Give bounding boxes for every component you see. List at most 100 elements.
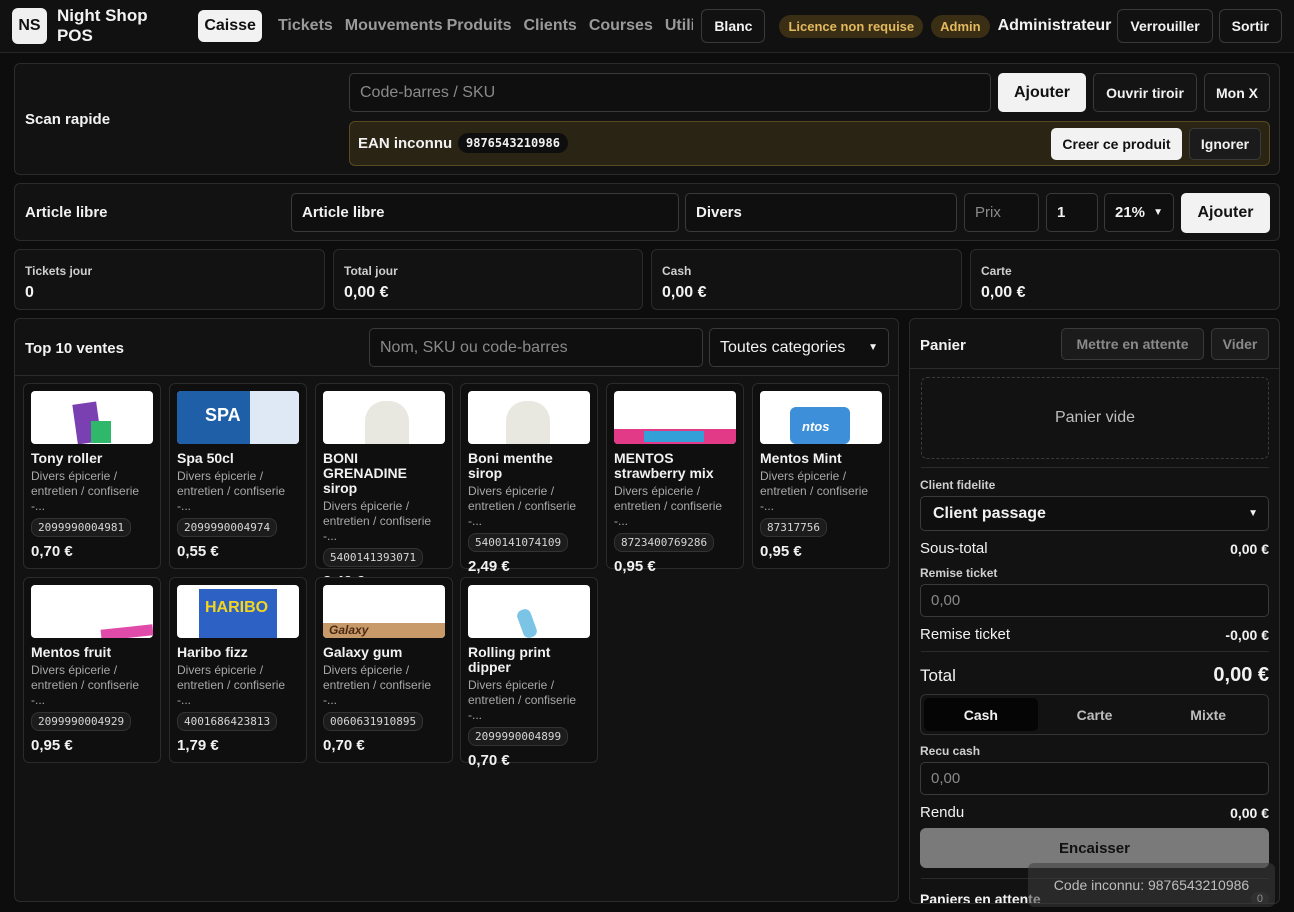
product-name: Mentos fruit — [31, 644, 112, 660]
stat-tickets-day: Tickets jour 0 — [14, 249, 325, 310]
stat-label: Cash — [662, 264, 692, 278]
stat-total-day: Total jour 0,00 € — [333, 249, 643, 310]
held-carts-label: Paniers en attente — [920, 891, 1041, 904]
unknown-ean-label: EAN inconnu — [358, 135, 453, 152]
pay-method-cash[interactable]: Cash — [924, 698, 1038, 731]
free-item-name-input[interactable]: Article libre — [291, 193, 679, 232]
tab-utilisateurs[interactable]: Utilisateurs — [659, 11, 693, 41]
product-sku: 2099990004974 — [177, 518, 278, 537]
product-sku: 2099990004899 — [468, 727, 569, 746]
loyalty-select[interactable]: Client passage ▼ — [920, 496, 1269, 531]
tab-produits[interactable]: Produits — [441, 11, 518, 41]
product-card[interactable]: Rolling print dipper Divers épicerie / e… — [460, 577, 598, 769]
product-image: SPA — [177, 391, 299, 444]
cart-title: Panier — [920, 337, 966, 354]
product-card[interactable]: Boni menthe sirop Divers épicerie / entr… — [460, 383, 598, 575]
stat-label: Tickets jour — [25, 264, 93, 278]
product-card[interactable]: Mentos fruit Divers épicerie / entretien… — [23, 577, 161, 763]
product-card[interactable]: HARIBO Haribo fizz Divers épicerie / ent… — [169, 577, 307, 763]
app-logo: NS — [12, 8, 47, 44]
product-name: Haribo fizz — [177, 644, 248, 660]
loyalty-select-value: Client passage — [933, 504, 1046, 522]
pay-method-card[interactable]: Carte — [1038, 698, 1152, 731]
x-report-button[interactable]: Mon X — [1204, 73, 1270, 112]
product-category: Divers épicerie / entretien / confiserie… — [468, 484, 577, 528]
product-price: 0,95 € — [760, 543, 802, 560]
product-card[interactable]: Tony roller Divers épicerie / entretien … — [23, 383, 161, 569]
product-category: Divers épicerie / entretien / confiserie… — [614, 484, 723, 528]
discount-row: Remise ticket -0,00 € — [920, 626, 1269, 643]
product-price: 0,95 € — [614, 558, 656, 575]
product-sku: 5400141074109 — [468, 533, 569, 552]
discount-row-label: Remise ticket — [920, 626, 1011, 643]
scan-add-button[interactable]: Ajouter — [998, 73, 1086, 112]
chevron-down-icon: ▼ — [1153, 207, 1163, 218]
free-item-add-button[interactable]: Ajouter — [1181, 193, 1270, 233]
product-price: 1,79 € — [177, 737, 219, 754]
change-label: Rendu — [920, 804, 965, 821]
create-product-button[interactable]: Creer ce produit — [1051, 128, 1182, 160]
checkout-button[interactable]: Encaisser — [920, 828, 1269, 868]
product-image — [614, 391, 736, 444]
free-item-qty-input[interactable]: 1 — [1046, 193, 1098, 232]
tab-caisse[interactable]: Caisse — [198, 10, 262, 42]
chevron-down-icon: ▼ — [868, 342, 878, 353]
cash-received-input[interactable]: 0,00 — [920, 762, 1269, 795]
stat-card: Carte 0,00 € — [970, 249, 1280, 310]
clear-cart-button[interactable]: Vider — [1211, 328, 1269, 360]
tab-clients[interactable]: Clients — [517, 11, 582, 41]
user-name: Administrateur — [997, 17, 1112, 34]
category-filter-select[interactable]: Toutes categories ▼ — [709, 328, 889, 367]
tab-tickets[interactable]: Tickets — [272, 11, 339, 41]
pay-method-mixed[interactable]: Mixte — [1151, 698, 1265, 731]
product-category: Divers épicerie / entretien / confiserie… — [468, 678, 577, 722]
free-item-category-input[interactable]: Divers — [685, 193, 957, 232]
free-item-price-input[interactable]: Prix — [964, 193, 1039, 232]
divider — [921, 651, 1269, 652]
total-label: Total — [920, 665, 956, 685]
divider — [910, 368, 1279, 369]
lock-button[interactable]: Verrouiller — [1117, 9, 1213, 43]
product-name: BONI GRENADINE sirop — [323, 450, 408, 496]
product-card[interactable]: SPA Spa 50cl Divers épicerie / entretien… — [169, 383, 307, 569]
product-price: 0,55 € — [177, 543, 219, 560]
stat-cash: Cash 0,00 € — [651, 249, 962, 310]
scan-title: Scan rapide — [25, 111, 111, 128]
vat-select[interactable]: 21% ▼ — [1104, 193, 1174, 232]
cart-empty-text: Panier vide — [1054, 409, 1136, 426]
product-category: Divers épicerie / entretien / confiserie… — [760, 469, 869, 513]
product-name: Rolling print dipper — [468, 644, 551, 675]
product-card[interactable]: BONI GRENADINE sirop Divers épicerie / e… — [315, 383, 453, 590]
tab-courses[interactable]: Courses — [583, 11, 659, 41]
payment-method-segment: Cash Carte Mixte — [920, 694, 1269, 735]
chevron-down-icon: ▼ — [1248, 508, 1258, 519]
product-card[interactable]: MENTOS strawberry mix Divers épicerie / … — [606, 383, 744, 575]
product-card[interactable]: Galaxy Galaxy gum Divers épicerie / entr… — [315, 577, 453, 763]
product-category: Divers épicerie / entretien / confiserie… — [323, 499, 432, 543]
total-row: Total 0,00 € — [920, 664, 1269, 687]
app-name: Night Shop POS — [56, 6, 148, 45]
products-title: Top 10 ventes — [25, 340, 124, 357]
barcode-input[interactable]: Code-barres / SKU — [349, 73, 991, 112]
product-name: Mentos Mint — [760, 450, 842, 466]
unknown-ean-banner: EAN inconnu 9876543210986 Creer ce produ… — [349, 121, 1270, 166]
logout-button[interactable]: Sortir — [1218, 9, 1282, 43]
change-row: Rendu 0,00 € — [920, 804, 1269, 821]
discount-input[interactable]: 0,00 — [920, 584, 1269, 617]
product-price: 0,70 € — [323, 737, 365, 754]
hold-cart-button[interactable]: Mettre en attente — [1061, 328, 1204, 360]
product-name: Boni menthe sirop — [468, 450, 553, 481]
tab-mouvements[interactable]: Mouvements — [339, 11, 449, 41]
product-card[interactable]: ntos Mentos Mint Divers épicerie / entre… — [752, 383, 890, 569]
product-name: Galaxy gum — [323, 644, 403, 660]
blank-button[interactable]: Blanc — [701, 9, 766, 43]
product-image — [31, 585, 153, 638]
product-price: 0,95 € — [31, 737, 73, 754]
ignore-button[interactable]: Ignorer — [1189, 128, 1261, 160]
subtotal-value: 0,00 € — [1230, 540, 1269, 557]
open-drawer-button[interactable]: Ouvrir tiroir — [1093, 73, 1197, 112]
toast-notification: Code inconnu: 9876543210986 — [1028, 863, 1275, 907]
product-search-input[interactable]: Nom, SKU ou code-barres — [369, 328, 703, 367]
product-sku: 0060631910895 — [323, 712, 424, 731]
stat-value: 0,00 € — [344, 284, 389, 301]
